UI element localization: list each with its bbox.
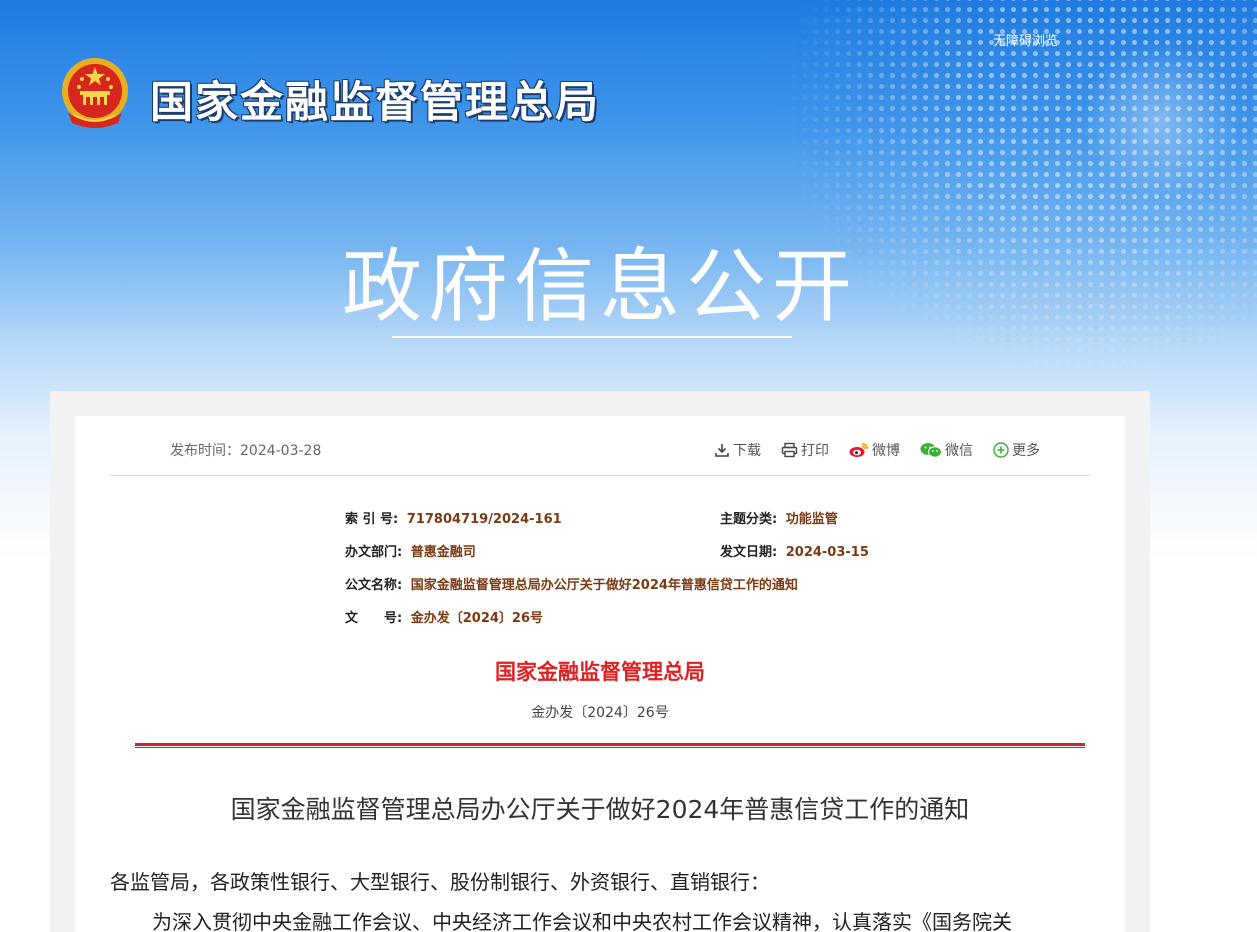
wechat-share-button[interactable]: 微信 xyxy=(920,440,973,460)
weibo-icon xyxy=(849,443,869,457)
section-divider xyxy=(392,336,792,338)
weibo-share-button[interactable]: 微博 xyxy=(849,440,900,460)
meta-dept: 办文部门: 普惠金融司 xyxy=(345,541,476,560)
meta-name-value: 国家金融监督管理总局办公厅关于做好2024年普惠信贷工作的通知 xyxy=(410,578,798,593)
print-label: 打印 xyxy=(801,443,829,459)
meta-name-label: 公文名称: xyxy=(345,578,403,593)
meta-dept-value: 普惠金融司 xyxy=(410,545,476,560)
meta-topic-label: 主题分类: xyxy=(720,512,778,527)
org-name: 国家金融监督管理总局 xyxy=(150,78,600,128)
meta-name: 公文名称: 国家金融监督管理总局办公厅关于做好2024年普惠信贷工作的通知 xyxy=(345,574,798,593)
red-header-rule xyxy=(135,743,1085,748)
toolbar-row: 发布时间：2024-03-28 下载 打印 微博 微信 更多 xyxy=(110,440,1090,476)
download-label: 下载 xyxy=(733,443,761,459)
document-paragraph: 为深入贯彻中央金融工作会议、中央经济工作会议和中央农村工作会议精神，认真落实《国… xyxy=(152,910,1012,932)
more-label: 更多 xyxy=(1012,443,1040,459)
meta-number-value: 金办发〔2024〕26号 xyxy=(410,611,544,626)
more-share-button[interactable]: 更多 xyxy=(993,440,1040,460)
download-button[interactable]: 下载 xyxy=(714,440,761,460)
meta-date: 发文日期: 2024-03-15 xyxy=(720,541,869,560)
meta-dept-label: 办文部门: xyxy=(345,545,403,560)
document-title: 国家金融监督管理总局办公厅关于做好2024年普惠信贷工作的通知 xyxy=(230,795,970,824)
meta-topic-value: 功能监管 xyxy=(785,512,838,527)
printer-icon xyxy=(781,442,798,458)
meta-index-value: 717804719/2024-161 xyxy=(406,512,562,527)
meta-number-label: 文 号: xyxy=(345,611,403,626)
publish-date: 发布时间：2024-03-28 xyxy=(170,443,322,459)
plus-circle-icon xyxy=(993,442,1009,458)
accessibility-link[interactable]: 无障碍浏览 xyxy=(993,30,1058,49)
weibo-label: 微博 xyxy=(872,443,900,459)
section-title: 政府信息公开 xyxy=(342,240,858,333)
document-number: 金办发〔2024〕26号 xyxy=(531,705,669,721)
document-issuer: 国家金融监督管理总局 xyxy=(495,660,705,684)
print-button[interactable]: 打印 xyxy=(781,440,829,460)
national-emblem-icon xyxy=(62,58,128,128)
meta-number: 文 号: 金办发〔2024〕26号 xyxy=(345,607,543,626)
wechat-icon xyxy=(920,443,942,458)
meta-index: 索 引 号: 717804719/2024-161 xyxy=(345,508,562,527)
share-tools: 下载 打印 微博 微信 更多 xyxy=(714,440,1040,460)
meta-date-label: 发文日期: xyxy=(720,545,778,560)
wechat-label: 微信 xyxy=(945,443,973,459)
document-salutation: 各监管局，各政策性银行、大型银行、股份制银行、外资银行、直销银行： xyxy=(110,870,770,894)
meta-topic: 主题分类: 功能监管 xyxy=(720,508,838,527)
meta-date-value: 2024-03-15 xyxy=(785,545,869,560)
meta-index-label: 索 引 号: xyxy=(345,512,399,527)
decorative-glow xyxy=(1080,40,1240,200)
download-icon xyxy=(715,444,729,457)
